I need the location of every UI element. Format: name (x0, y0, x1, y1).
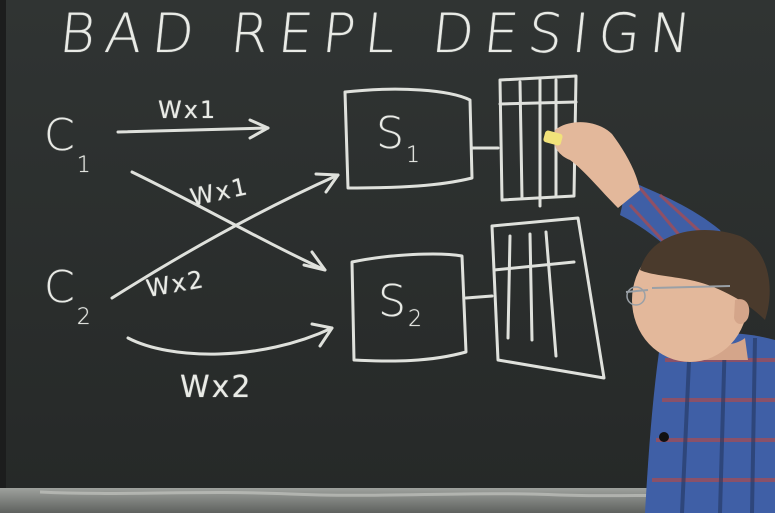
table-2-col-a (506, 234, 512, 340)
chalkboard (0, 0, 775, 513)
server-s2-label: S2 (378, 276, 424, 332)
client-c2-letter: C (44, 262, 77, 313)
client-c1-letter: C (44, 110, 77, 161)
server-s1-letter: S (376, 108, 406, 159)
client-c1-label: C1 (44, 110, 93, 178)
table-2-col-b (528, 232, 534, 342)
server-s1-label: S1 (376, 108, 422, 168)
lapel-microphone (659, 432, 669, 442)
server-s2-sub: 2 (407, 307, 424, 332)
client-c2-sub: 2 (76, 305, 93, 330)
write-label-wx2-bottom: Wx2 (180, 370, 253, 405)
client-c1-sub: 1 (76, 153, 93, 178)
board-left-frame (0, 0, 6, 513)
table-1-col-a (518, 80, 524, 200)
lecture-scene: BAD REPL DESIGN C1 C2 S1 S2 Wx1 Wx1 Wx2 … (0, 0, 775, 513)
s2-connector (464, 294, 494, 300)
write-label-wx1-top: Wx1 (158, 96, 218, 124)
table-1-row (498, 100, 578, 106)
server-s2-letter: S (378, 276, 408, 327)
client-c2-label: C2 (44, 262, 93, 330)
board-title: BAD REPL DESIGN (56, 2, 704, 65)
server-s1-sub: 1 (405, 143, 422, 168)
